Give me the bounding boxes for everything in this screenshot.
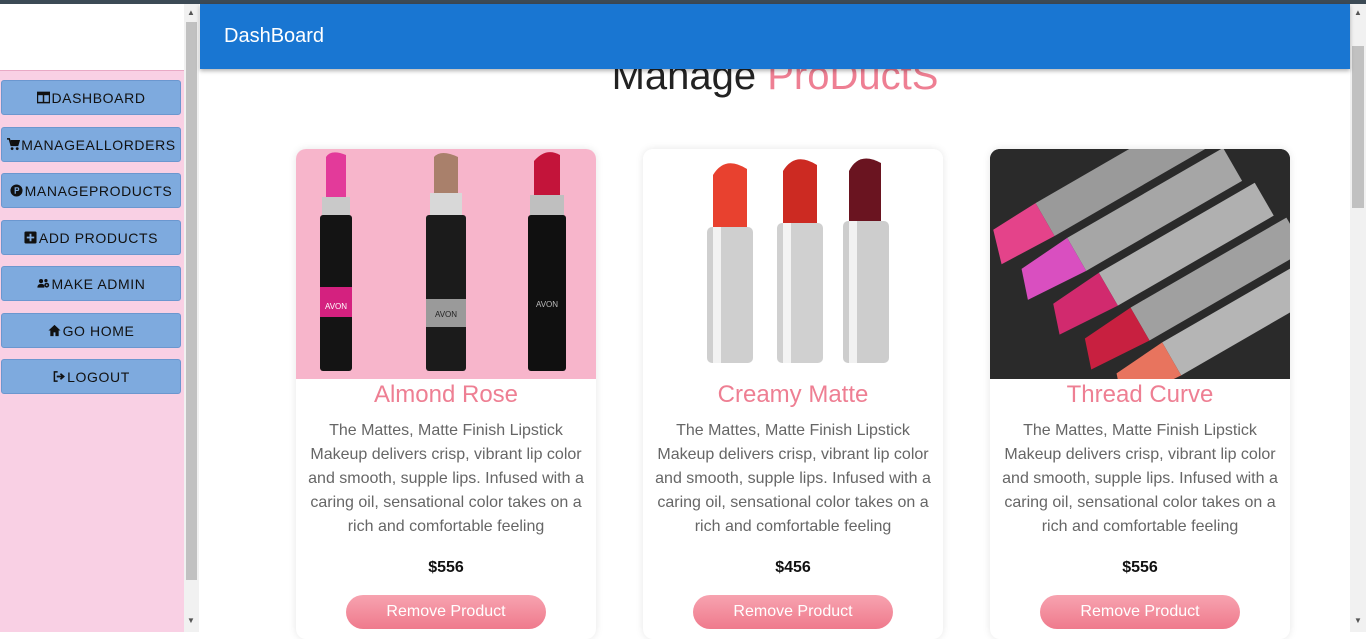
plus-square-icon: [24, 231, 38, 245]
remove-product-button[interactable]: Remove Product: [1040, 595, 1240, 629]
sidebar-item-label: MANAGEPRODUCTS: [24, 182, 173, 199]
sidebar-item-add-products[interactable]: ADD PRODUCTS: [1, 220, 181, 255]
product-name: Almond Rose: [373, 381, 519, 408]
brand-label: AVON: [536, 300, 558, 309]
users-cog-icon: [37, 277, 51, 291]
sidebar-item-dashboard[interactable]: DASHBOARD: [1, 80, 181, 115]
columns-icon: [36, 91, 50, 105]
product-description: The Mattes, Matte Finish Lipstick Makeup…: [1002, 422, 1278, 535]
scroll-down-arrow-icon[interactable]: ▼: [1354, 616, 1362, 625]
remove-product-button[interactable]: Remove Product: [346, 595, 546, 629]
sidebar-item-label: GO HOME: [62, 322, 135, 339]
cart-icon: [6, 138, 20, 152]
product-price: $456: [775, 559, 811, 576]
product-description: The Mattes, Matte Finish Lipstick Makeup…: [655, 422, 931, 535]
sidebar-item-label: ADD PRODUCTS: [38, 229, 159, 246]
page-scrollbar[interactable]: ▲ ▼: [1350, 4, 1366, 632]
sidebar-item-logout[interactable]: LOGOUT: [1, 359, 181, 394]
product-name: Thread Curve: [1066, 381, 1214, 408]
sidebar-item-label: DASHBOARD: [51, 89, 146, 106]
sidebar-scrollbar-thumb[interactable]: [186, 22, 197, 580]
product-image: [990, 149, 1290, 379]
sidebar-item-make-admin[interactable]: MAKE ADMIN: [1, 266, 181, 301]
sidebar-header: [0, 4, 184, 71]
sidebar-item-label: MAKE ADMIN: [51, 275, 146, 292]
sign-out-icon: [52, 370, 66, 384]
product-card: AVON AVON AVON Almond Rose The Mattes, M…: [296, 149, 596, 639]
sidebar-item-go-home[interactable]: GO HOME: [1, 313, 181, 348]
product-description: The Mattes, Matte Finish Lipstick Makeup…: [308, 422, 584, 535]
sidebar: DASHBOARD MANAGEALLORDERS MANAGEPRODUCTS…: [0, 4, 184, 632]
product-price: $556: [1122, 559, 1158, 576]
scroll-up-arrow-icon[interactable]: ▲: [187, 8, 195, 17]
home-icon: [48, 324, 62, 338]
sidebar-item-manage-all-orders[interactable]: MANAGEALLORDERS: [1, 127, 181, 162]
product-image: AVON AVON AVON: [296, 149, 596, 379]
remove-product-button[interactable]: Remove Product: [693, 595, 893, 629]
product-price: $556: [428, 559, 464, 576]
scroll-down-arrow-icon[interactable]: ▼: [187, 616, 195, 625]
app-bar-title: DashBoard: [224, 25, 325, 47]
brand-label: AVON: [325, 302, 347, 311]
sidebar-item-label: LOGOUT: [67, 368, 130, 385]
product-image: [643, 149, 943, 379]
sidebar-item-label: MANAGEALLORDERS: [21, 136, 176, 153]
sidebar-scrollbar[interactable]: ▲ ▼: [184, 4, 199, 632]
sidebar-item-manage-products[interactable]: MANAGEPRODUCTS: [1, 173, 181, 208]
product-card: Thread Curve The Mattes, Matte Finish Li…: [990, 149, 1290, 639]
product-hunt-icon: [10, 184, 24, 198]
product-name: Creamy Matte: [717, 381, 869, 408]
brand-label: AVON: [435, 310, 457, 319]
page-scrollbar-thumb[interactable]: [1352, 46, 1364, 208]
product-card: Creamy Matte The Mattes, Matte Finish Li…: [643, 149, 943, 639]
app-bar: DashBoard: [200, 4, 1350, 69]
scroll-up-arrow-icon[interactable]: ▲: [1354, 8, 1362, 17]
